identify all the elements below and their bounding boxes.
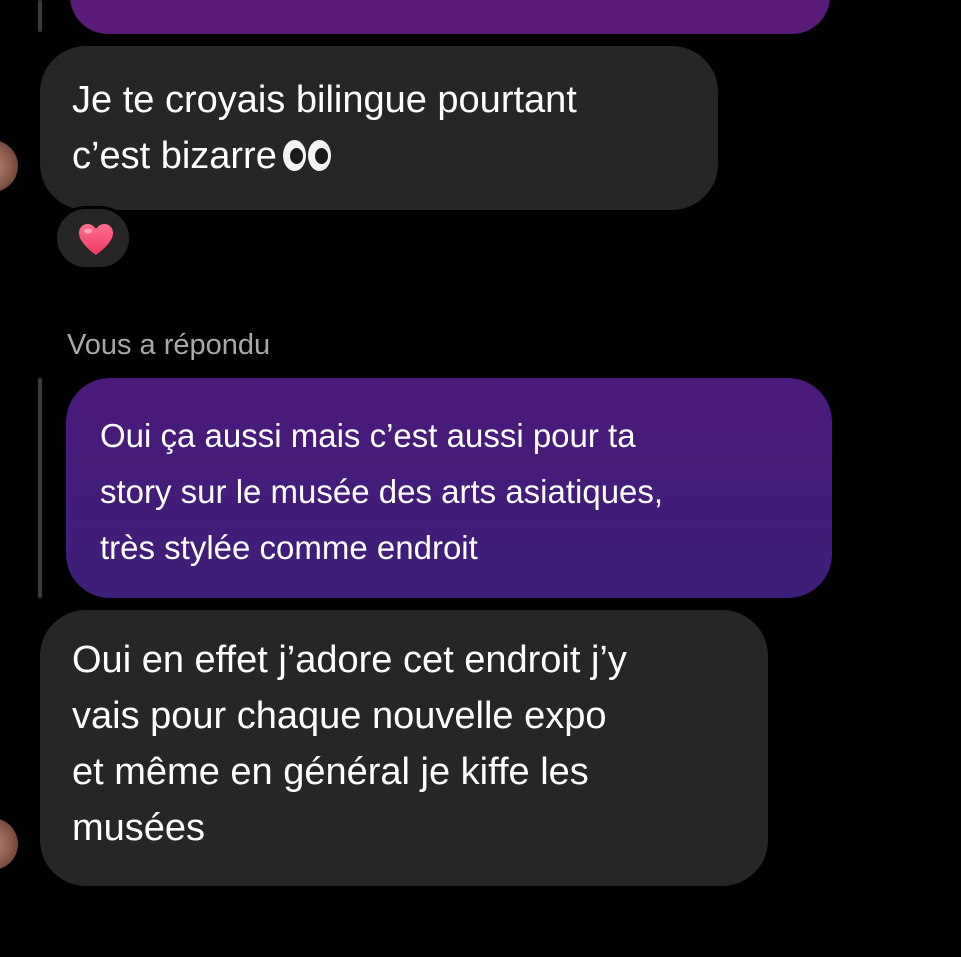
message-text-line: story sur le musée des arts asiatiques, xyxy=(100,473,664,510)
sender-avatar[interactable] xyxy=(0,818,18,870)
message-text-line: Oui ça aussi mais c’est aussi pour ta xyxy=(100,417,636,454)
message-reaction[interactable] xyxy=(54,206,132,270)
sender-avatar[interactable] xyxy=(0,140,18,192)
reply-thread-line xyxy=(38,378,42,598)
message-text-line: Oui en effet j’adore cet endroit j’y xyxy=(72,639,627,681)
incoming-message-bubble[interactable]: Oui en effet j’adore cet endroit j’y vai… xyxy=(40,610,768,886)
eyes-emoji-icon xyxy=(282,140,333,172)
message-text-line: et même en général je kiffe les xyxy=(72,751,589,793)
message-text: c’est bizarre xyxy=(72,135,277,177)
reply-label: Vous a répondu xyxy=(67,329,271,361)
message-text-line: Je te croyais bilingue pourtant xyxy=(72,79,577,121)
previous-outgoing-message-bubble[interactable] xyxy=(70,0,830,34)
message-text-line: musées xyxy=(72,807,206,849)
message-text-line: c’est bizarre xyxy=(72,128,688,184)
incoming-message-bubble[interactable]: Je te croyais bilingue pourtant c’est bi… xyxy=(40,46,718,210)
outgoing-message-bubble[interactable]: Oui ça aussi mais c’est aussi pour ta st… xyxy=(66,378,832,598)
message-text-line: vais pour chaque nouvelle expo xyxy=(72,695,607,737)
reply-thread-line xyxy=(38,0,42,32)
message-text-line: très stylée comme endroit xyxy=(100,529,478,566)
heart-emoji-icon xyxy=(79,224,113,255)
